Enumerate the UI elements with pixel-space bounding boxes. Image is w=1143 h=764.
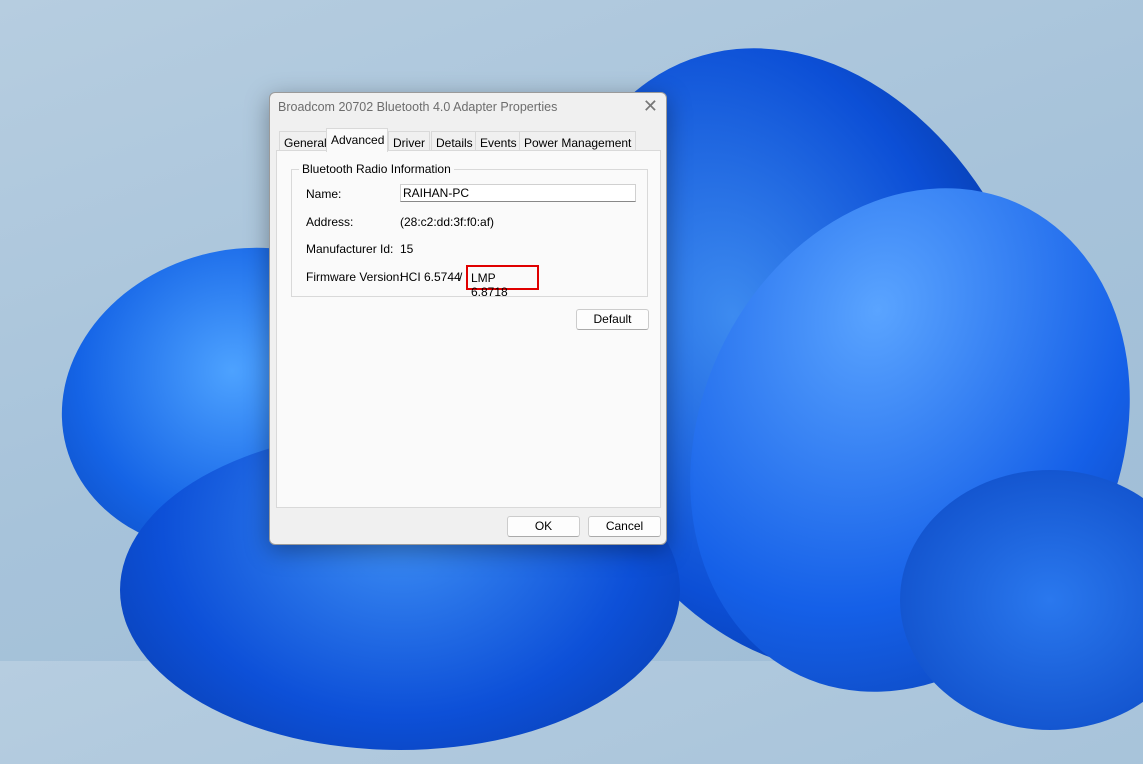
- manufacturer-label: Manufacturer Id:: [306, 242, 394, 256]
- name-label: Name:: [306, 187, 342, 201]
- tab-events[interactable]: Events: [475, 131, 522, 152]
- tab-panel-advanced: Bluetooth Radio Information Name: Addres…: [276, 150, 661, 508]
- firmware-lmp: LMP 6.8718: [471, 271, 508, 299]
- bluetooth-radio-info-group: Bluetooth Radio Information Name: Addres…: [291, 162, 648, 299]
- tab-power-management[interactable]: Power Management: [519, 131, 637, 152]
- firmware-lmp-highlight: LMP 6.8718: [466, 265, 539, 299]
- ok-button[interactable]: OK: [507, 516, 580, 537]
- tab-general[interactable]: General: [279, 131, 332, 152]
- tab-advanced[interactable]: Advanced: [326, 128, 388, 152]
- address-value: (28:c2:dd:3f:f0:af): [400, 215, 495, 229]
- cancel-button[interactable]: Cancel: [588, 516, 661, 537]
- close-icon[interactable]: ✕: [643, 96, 658, 117]
- default-button[interactable]: Default: [576, 309, 649, 330]
- name-input[interactable]: [400, 184, 636, 202]
- firmware-label: Firmware Version:: [306, 270, 403, 284]
- address-label: Address:: [306, 215, 354, 229]
- firmware-hci: HCI 6.5744: [400, 270, 461, 284]
- group-title: Bluetooth Radio Information: [299, 162, 454, 176]
- tab-details[interactable]: Details: [431, 131, 478, 152]
- properties-dialog: Broadcom 20702 Bluetooth 4.0 Adapter Pro…: [269, 92, 667, 545]
- tab-driver[interactable]: Driver: [388, 131, 430, 152]
- dialog-title: Broadcom 20702 Bluetooth 4.0 Adapter Pro…: [278, 100, 558, 114]
- manufacturer-value: 15: [400, 242, 414, 256]
- firmware-separator: /: [459, 270, 463, 284]
